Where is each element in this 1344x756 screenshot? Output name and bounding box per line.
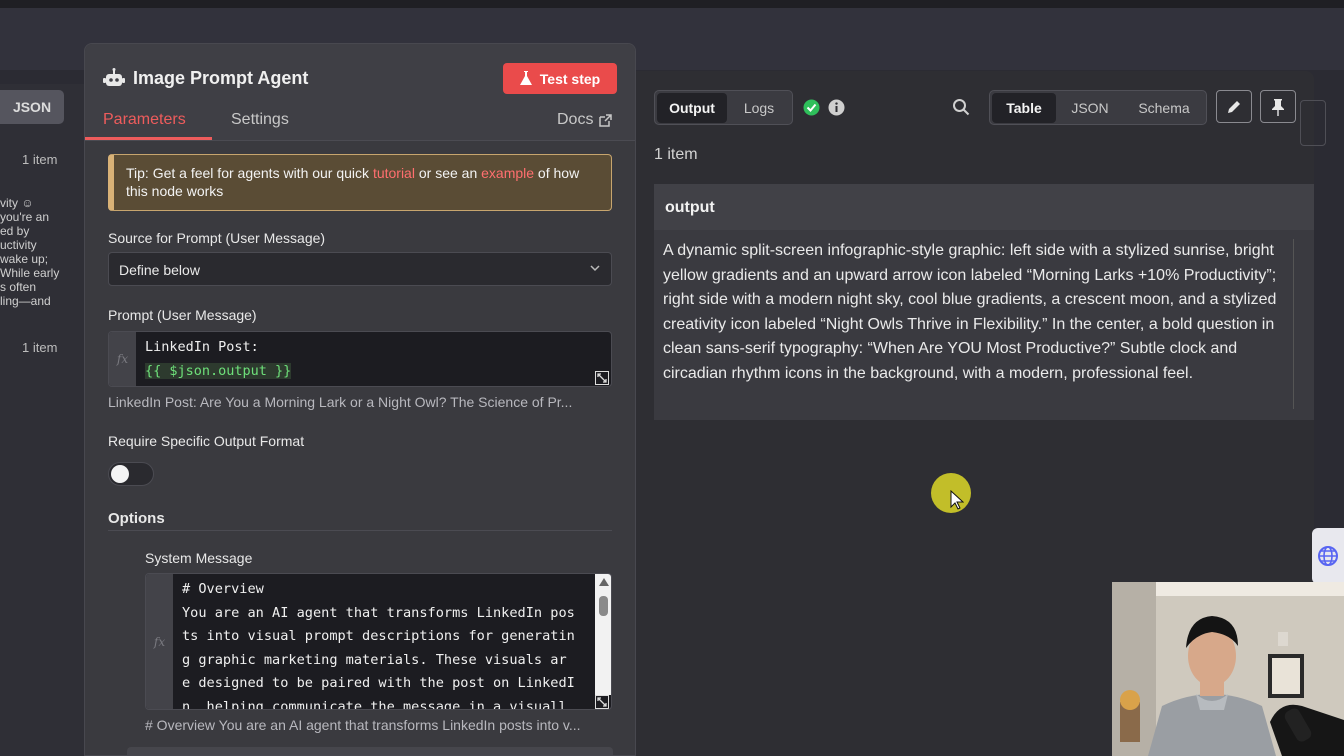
edit-output-button[interactable] [1216, 90, 1252, 123]
next-field-stub [127, 747, 613, 755]
system-message-preview: # Overview You are an AI agent that tran… [145, 717, 581, 733]
source-prompt-label: Source for Prompt (User Message) [108, 230, 326, 246]
source-prompt-select[interactable]: Define below [108, 252, 612, 286]
output-table-cell: A dynamic split-screen infographic-style… [654, 230, 1314, 420]
node-parameters-panel: Image Prompt Agent Test step Parameters … [84, 43, 636, 756]
tab-output[interactable]: Output [657, 93, 727, 123]
mouse-pointer-icon [950, 490, 964, 510]
prompt-code: LinkedIn Post: {{ $json.output }} [145, 336, 292, 383]
robot-icon [103, 68, 125, 86]
system-message-scrollbar[interactable] [595, 574, 611, 695]
test-step-button[interactable]: Test step [503, 63, 617, 94]
behind-item-count-2: 1 item [22, 340, 58, 355]
chevron-down-icon [590, 265, 600, 272]
view-schema[interactable]: Schema [1124, 93, 1204, 123]
behind-item-count: 1 item [22, 152, 58, 167]
globe-icon [1318, 546, 1338, 566]
prompt-editor[interactable]: fx LinkedIn Post: {{ $json.output }} [108, 331, 612, 387]
top-bar [0, 0, 1344, 8]
tip-text-1: Tip: Get a feel for agents with our quic… [126, 165, 373, 181]
tip-text-2: or see an [414, 165, 482, 181]
toggle-knob [111, 465, 129, 483]
pin-output-button[interactable] [1260, 90, 1296, 123]
prompt-label: Prompt (User Message) [108, 307, 257, 323]
fx-icon-system: fx [146, 574, 173, 709]
view-table[interactable]: Table [992, 93, 1056, 123]
options-divider [108, 530, 612, 531]
options-label: Options [108, 510, 165, 527]
previous-node-panel [0, 84, 86, 756]
scroll-thumb[interactable] [599, 596, 608, 616]
output-format-toggle[interactable] [108, 462, 154, 486]
success-check-icon [803, 99, 820, 116]
system-message-label: System Message [145, 550, 253, 566]
output-logs-switch: Output Logs [654, 90, 793, 125]
example-link[interactable]: example [481, 165, 534, 181]
expand-icon[interactable] [595, 371, 609, 385]
docs-link[interactable]: Docs [557, 111, 613, 129]
language-side-button[interactable] [1312, 528, 1344, 584]
view-json[interactable]: JSON [1058, 93, 1122, 123]
output-item-count: 1 item [654, 146, 698, 163]
background-panel-edge [1300, 100, 1326, 146]
active-tab-indicator [85, 137, 212, 140]
expand-icon-system[interactable] [595, 695, 609, 709]
view-mode-switch: Table JSON Schema [989, 90, 1207, 125]
tab-parameters[interactable]: Parameters [103, 111, 186, 129]
system-message-editor[interactable]: fx # Overview You are an AI agent that t… [145, 573, 612, 710]
panel-header: Image Prompt Agent Test step Parameters … [85, 44, 635, 141]
test-step-label: Test step [539, 70, 601, 87]
behind-output-snippet: vity ☺ you're an ed by uctivity wake up;… [0, 196, 60, 308]
source-prompt-value: Define below [119, 262, 200, 278]
scroll-up-icon[interactable] [599, 578, 609, 586]
docs-label: Docs [557, 111, 594, 128]
prompt-expression: {{ $json.output }} [145, 362, 292, 379]
fx-icon: fx [109, 332, 136, 386]
panel-title: Image Prompt Agent [133, 68, 309, 88]
tab-logs[interactable]: Logs [729, 93, 789, 123]
tab-settings[interactable]: Settings [231, 111, 289, 129]
pin-icon [1272, 98, 1284, 116]
system-message-code: # Overview You are an AI agent that tran… [182, 581, 575, 710]
external-link-icon [599, 113, 613, 127]
pencil-icon [1228, 100, 1240, 113]
output-column-header: output [654, 184, 1314, 230]
prompt-line-1: LinkedIn Post: [145, 339, 259, 355]
search-icon[interactable] [952, 98, 970, 116]
webcam-person-illustration [1112, 582, 1344, 756]
webcam-overlay [1112, 582, 1344, 756]
output-value-text: A dynamic split-screen infographic-style… [663, 239, 1294, 409]
tutorial-link[interactable]: tutorial [373, 165, 415, 181]
tip-callout: Tip: Get a feel for agents with our quic… [108, 154, 612, 211]
behind-json-tab[interactable]: JSON [0, 90, 64, 124]
prompt-preview: LinkedIn Post: Are You a Morning Lark or… [108, 394, 573, 410]
info-icon[interactable] [828, 99, 845, 116]
output-format-label: Require Specific Output Format [108, 433, 305, 449]
flask-icon [519, 71, 532, 85]
